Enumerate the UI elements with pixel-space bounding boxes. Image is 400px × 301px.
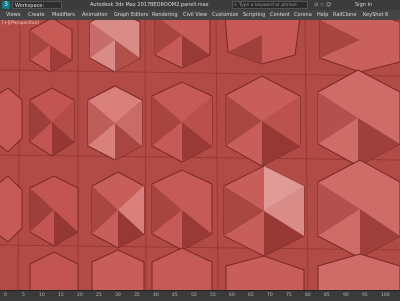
menu-modifiers[interactable]: Modifiers — [52, 10, 75, 20]
menu-keyshot[interactable]: KeyShot 6 — [363, 10, 388, 20]
hexagon-panel — [151, 81, 213, 163]
search-icon: ⌕ — [234, 2, 237, 8]
ruler-tick: 85 — [324, 293, 330, 298]
ruler-tick: 0 — [4, 293, 7, 298]
search-placeholder: Type a keyword or phrase — [239, 3, 297, 8]
hexagon-panel — [87, 85, 143, 161]
binoculars-icon[interactable]: ⊙ — [314, 2, 318, 8]
search-input[interactable]: ⌕ Type a keyword or phrase — [232, 1, 308, 9]
title-icons[interactable]: ⊙ ☆ ☺ — [314, 0, 331, 10]
menu-content[interactable]: Content — [270, 10, 290, 20]
ruler-tick: 80 — [305, 293, 311, 298]
user-icon[interactable]: ☺ — [326, 2, 331, 8]
menu-railclone[interactable]: RailClone — [333, 10, 356, 20]
hexagon-panel — [91, 171, 145, 249]
ruler-tick: 40 — [153, 293, 159, 298]
menu-graph-editors[interactable]: Graph Editors — [114, 10, 148, 20]
hexagon-panel — [151, 169, 213, 251]
menu-rendering[interactable]: Rendering — [152, 10, 178, 20]
ruler-tick: 45 — [172, 293, 178, 298]
app-logo-icon[interactable]: 3 — [2, 1, 10, 9]
hexagon-panel — [223, 165, 305, 257]
menu-customize[interactable]: Customize — [212, 10, 238, 20]
ruler-tick: 30 — [115, 293, 121, 298]
menu-scripting[interactable]: Scripting — [243, 10, 265, 20]
workspace-dropdown[interactable]: Workspace: Default — [12, 1, 62, 17]
ruler-tick: 55 — [210, 293, 216, 298]
menu-civil-view[interactable]: Civil View — [183, 10, 207, 20]
file-name: BEDROOM2.panell.max — [150, 2, 209, 8]
hexagon-panel — [29, 87, 75, 157]
menu-views[interactable]: Views — [6, 10, 20, 20]
ruler-tick: 35 — [134, 293, 140, 298]
ruler-tick: 100 — [381, 293, 390, 298]
ruler-tick: 95 — [362, 293, 368, 298]
viewport-scene — [0, 20, 400, 290]
menu-corona[interactable]: Corona — [294, 10, 312, 20]
star-icon[interactable]: ☆ — [320, 2, 324, 8]
sign-in-button[interactable]: Sign In — [355, 0, 372, 10]
ruler-tick: 70 — [267, 293, 273, 298]
menu-animation[interactable]: Animation — [82, 10, 108, 20]
menu-create[interactable]: Create — [28, 10, 45, 20]
ruler-tick: 25 — [96, 293, 102, 298]
viewport-label[interactable]: [+][Perspective] — [2, 21, 39, 26]
ruler-tick: 90 — [343, 293, 349, 298]
app-title: Autodesk 3ds Max 2017 — [90, 2, 151, 8]
ruler-tick: 5 — [22, 293, 25, 298]
ruler-tick: 10 — [39, 293, 45, 298]
menu-help[interactable]: Help — [317, 10, 328, 20]
time-slider-ruler[interactable]: 0 5 10 15 20 25 30 35 40 45 50 55 60 65 … — [0, 290, 400, 301]
ruler-tick: 75 — [286, 293, 292, 298]
ruler-tick: 50 — [191, 293, 197, 298]
ruler-tick: 20 — [77, 293, 83, 298]
hexagon-panel — [29, 175, 79, 247]
ruler-tick: 60 — [229, 293, 235, 298]
ruler-tick: 15 — [58, 293, 64, 298]
perspective-viewport[interactable]: [+][Perspective] — [0, 20, 400, 290]
ruler-tick: 65 — [248, 293, 254, 298]
